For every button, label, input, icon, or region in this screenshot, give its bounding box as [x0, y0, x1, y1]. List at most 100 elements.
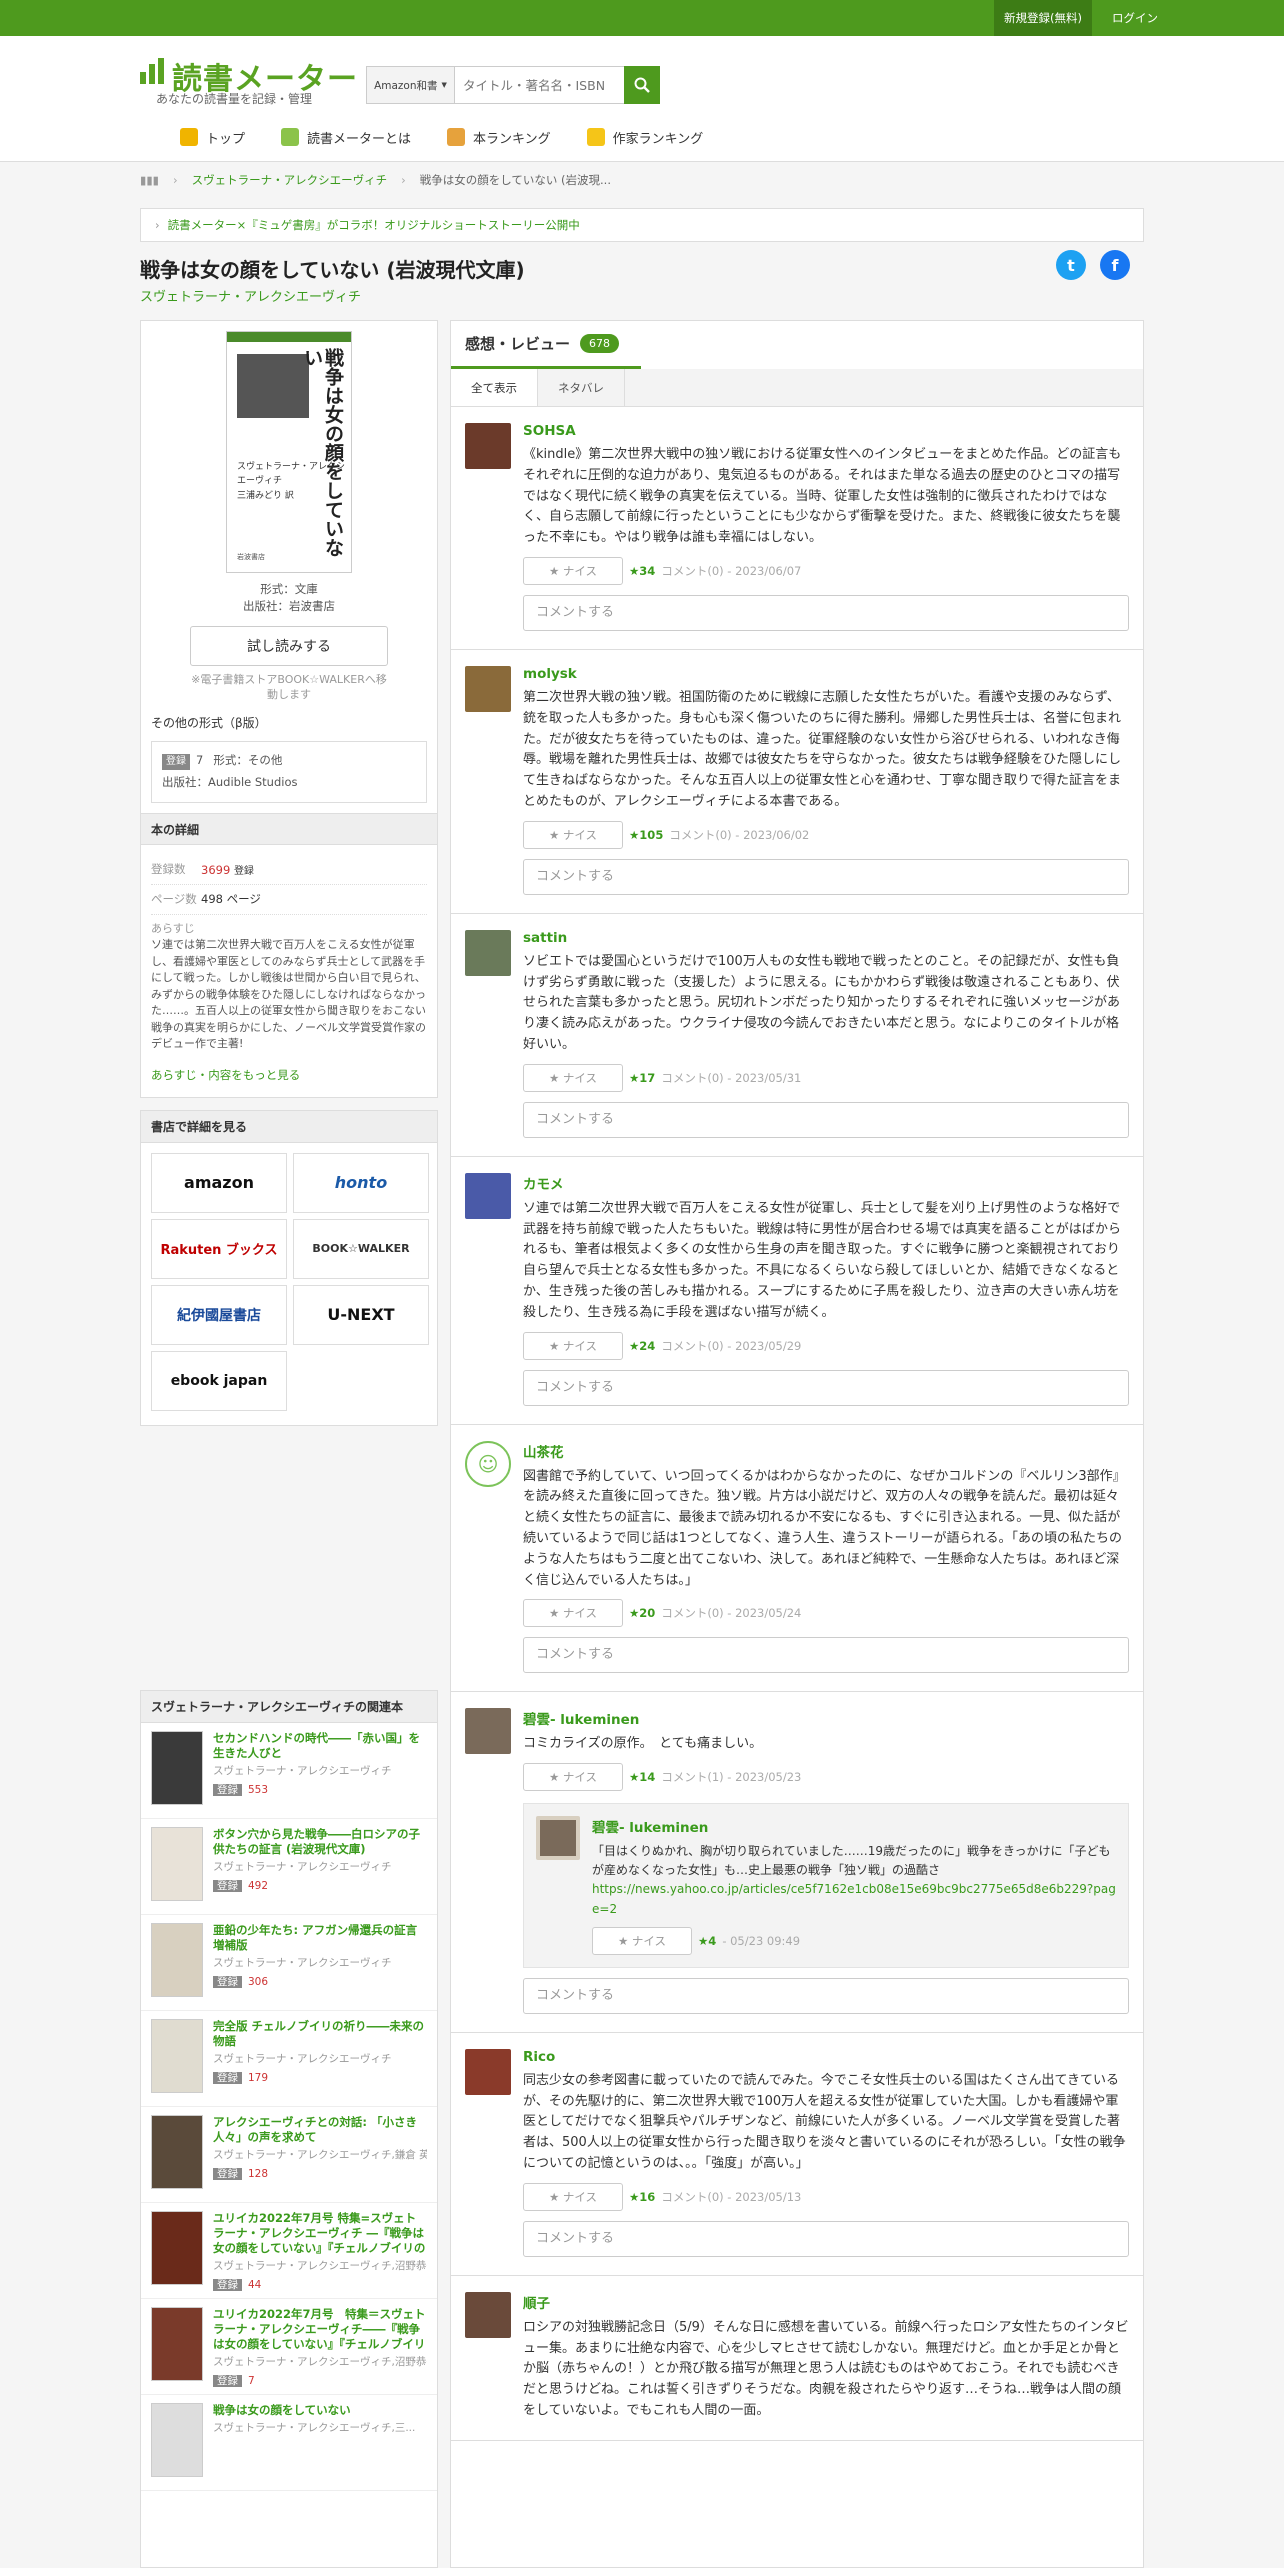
book-cover[interactable]: 戦争は女の顔をしていない スヴェトラーナ・アレクシエーヴィチ 三浦みどり 訳 岩波… — [226, 331, 352, 573]
related-title[interactable]: セカンドハンドの時代――「赤い国」を生きた人びと — [213, 1731, 427, 1761]
review-meta[interactable]: コメント(0) - 2023/05/13 — [661, 2189, 801, 2205]
comment-input[interactable]: コメントする — [523, 1369, 1129, 1406]
avatar[interactable] — [536, 1816, 580, 1861]
related-book-item[interactable]: 完全版 チェルノブイリの祈り――未来の物語 スヴェトラーナ・アレクシエーヴィチ登… — [141, 2011, 437, 2107]
avatar[interactable] — [465, 665, 511, 712]
book-author-link[interactable]: スヴェトラーナ・アレクシエーヴィチ — [140, 286, 361, 305]
related-thumb[interactable] — [151, 2115, 203, 2189]
nice-count: ★105 — [629, 827, 664, 842]
related-book-item[interactable]: 亜鉛の少年たち: アフガン帰還兵の証言 増補版 スヴェトラーナ・アレクシエーヴィ… — [141, 1915, 437, 2011]
store-kinokuniya[interactable]: 紀伊國屋書店 — [151, 1284, 287, 1345]
nav-author-ranking[interactable]: 作家ランキング — [586, 122, 722, 152]
avatar[interactable] — [465, 929, 511, 976]
chevron-right-icon: › — [155, 218, 160, 232]
review-meta[interactable]: コメント(0) - 2023/06/02 — [669, 827, 809, 843]
nice-button[interactable]: ★ ナイス — [523, 1063, 623, 1092]
related-thumb[interactable] — [151, 2403, 203, 2477]
search-scope-select[interactable]: Amazon和書 ▼ — [367, 67, 455, 103]
review-user[interactable]: molysk — [523, 666, 1129, 682]
facebook-share-icon[interactable]: f — [1100, 250, 1130, 280]
comment-input[interactable]: コメントする — [523, 858, 1129, 895]
related-thumb[interactable] — [151, 1731, 203, 1805]
nav-about[interactable]: 読書メーターとは — [281, 122, 429, 152]
avatar[interactable] — [465, 1708, 511, 1755]
related-thumb[interactable] — [151, 1827, 203, 1901]
tab-all[interactable]: 全て表示 — [451, 369, 538, 406]
review-meta[interactable]: コメント(1) - 2023/05/23 — [661, 1769, 801, 1785]
related-book-item[interactable]: ボタン穴から見た戦争――白ロシアの子供たちの証言 (岩波現代文庫) スヴェトラー… — [141, 1819, 437, 1915]
tab-spoiler[interactable]: ネタバレ — [538, 369, 625, 406]
login-link[interactable]: ログイン — [1112, 10, 1158, 26]
breadcrumb-author[interactable]: スヴェトラーナ・アレクシエーヴィチ — [192, 172, 388, 188]
review-user[interactable]: 碧雲- lukeminen — [523, 1708, 1129, 1728]
reviews-panel: 感想・レビュー 678 全て表示 ネタバレ SOHSA 《kindle》第二次世… — [450, 320, 1144, 2568]
store-honto[interactable]: honto — [293, 1152, 429, 1213]
nav-book-ranking[interactable]: 本ランキング — [447, 122, 569, 152]
try-read-button[interactable]: 試し読みする — [190, 625, 388, 666]
store-rakuten[interactable]: Rakuten ブックス — [151, 1218, 287, 1279]
review-user[interactable]: 順子 — [523, 2292, 1129, 2312]
avatar[interactable] — [465, 2048, 511, 2095]
related-thumb[interactable] — [151, 2019, 203, 2093]
related-thumb[interactable] — [151, 2307, 203, 2381]
breadcrumb-home-icon[interactable]: ▮▮▮ — [140, 173, 159, 187]
nice-button[interactable]: ★ ナイス — [523, 2182, 623, 2211]
related-book-item[interactable]: ユリイカ2022年7月号 特集=スヴェトラーナ・アレクシエーヴィチ ―『戦争は女… — [141, 2203, 437, 2299]
review-user[interactable]: SOHSA — [523, 423, 1129, 439]
nice-button[interactable]: ★ ナイス — [592, 1926, 692, 1955]
avatar[interactable]: ☺ — [465, 1440, 511, 1487]
nice-button[interactable]: ★ ナイス — [523, 820, 623, 849]
related-title[interactable]: ボタン穴から見た戦争――白ロシアの子供たちの証言 (岩波現代文庫) — [213, 1827, 427, 1857]
review-meta[interactable]: コメント(0) - 2023/06/07 — [661, 563, 801, 579]
review-item: カモメ ソ連では第二次世界大戦で百万人をこえる女性が従軍し、兵士として髪を刈り上… — [451, 1157, 1143, 1425]
related-book-item[interactable]: アレクシエーヴィチとの対話: 「小さき人々」の声を求めて スヴェトラーナ・アレク… — [141, 2107, 437, 2203]
nice-count: ★4 — [698, 1933, 717, 1948]
avatar[interactable] — [465, 423, 511, 469]
review-meta[interactable]: コメント(0) - 2023/05/24 — [661, 1605, 801, 1621]
comment-input[interactable]: コメントする — [523, 1977, 1129, 2014]
related-book-item[interactable]: セカンドハンドの時代――「赤い国」を生きた人びと スヴェトラーナ・アレクシエーヴ… — [141, 1723, 437, 1819]
related-title[interactable]: ユリイカ2022年7月号 特集＝スヴェトラーナ・アレクシエーヴィチ――『戦争は女… — [213, 2307, 427, 2352]
related-title[interactable]: 戦争は女の顔をしていない — [213, 2403, 427, 2418]
review-meta[interactable]: コメント(0) - 2023/05/29 — [661, 1338, 801, 1354]
related-book-item[interactable]: 戦争は女の顔をしていない スヴェトラーナ・アレクシエーヴィチ,三... — [141, 2395, 437, 2491]
twitter-share-icon[interactable]: t — [1056, 250, 1086, 280]
reply-link[interactable]: https://news.yahoo.co.jp/articles/ce5f71… — [592, 1882, 1116, 1915]
register-badge: 登録 — [213, 2375, 242, 2387]
register-link[interactable]: 新規登録(無料) — [994, 0, 1092, 36]
nice-button[interactable]: ★ ナイス — [523, 1599, 623, 1628]
comment-input[interactable]: コメントする — [523, 1101, 1129, 1138]
related-title[interactable]: ユリイカ2022年7月号 特集=スヴェトラーナ・アレクシエーヴィチ ―『戦争は女… — [213, 2211, 427, 2256]
related-book-item[interactable]: ユリイカ2022年7月号 特集＝スヴェトラーナ・アレクシエーヴィチ――『戦争は女… — [141, 2299, 437, 2395]
nice-button[interactable]: ★ ナイス — [523, 1331, 623, 1360]
review-meta[interactable]: コメント(0) - 2023/05/31 — [661, 1070, 801, 1086]
store-ebookjapan[interactable]: ebook japan — [151, 1350, 287, 1411]
search-button[interactable] — [624, 66, 660, 104]
related-title[interactable]: 完全版 チェルノブイリの祈り――未来の物語 — [213, 2019, 427, 2049]
nice-button[interactable]: ★ ナイス — [523, 556, 623, 585]
related-thumb[interactable] — [151, 1923, 203, 1997]
review-user[interactable]: カモメ — [523, 1173, 1129, 1193]
related-thumb[interactable] — [151, 2211, 203, 2285]
review-user[interactable]: sattin — [523, 930, 1129, 946]
review-user[interactable]: Rico — [523, 2049, 1129, 2065]
synopsis-more-link[interactable]: あらすじ・内容をもっと見る — [151, 1067, 427, 1083]
other-format-item[interactable]: 登録 7 形式：その他 出版社：Audible Studios — [151, 741, 427, 803]
related-author: スヴェトラーナ・アレクシエーヴィチ,沼野恭子,小野正嗣,速水健朗,真理,鎌倉英也 — [213, 2356, 427, 2368]
nav-top[interactable]: トップ — [180, 122, 263, 152]
comment-input[interactable]: コメントする — [523, 594, 1129, 631]
campaign-notice[interactable]: › 読書メーター×『ミュゲ書房』がコラボ！オリジナルショートストーリー公開中 — [140, 208, 1144, 242]
reply-user[interactable]: 碧雲- lukeminen — [592, 1816, 1116, 1836]
nice-button[interactable]: ★ ナイス — [523, 1763, 623, 1792]
related-title[interactable]: 亜鉛の少年たち: アフガン帰還兵の証言 増補版 — [213, 1923, 427, 1953]
comment-input[interactable]: コメントする — [523, 1637, 1129, 1674]
comment-input[interactable]: コメントする — [523, 2220, 1129, 2257]
avatar[interactable] — [465, 2291, 511, 2338]
store-unext[interactable]: U-NEXT — [293, 1284, 429, 1345]
avatar[interactable] — [465, 1172, 511, 1219]
store-bookwalker[interactable]: BOOK☆WALKER — [293, 1218, 429, 1279]
related-title[interactable]: アレクシエーヴィチとの対話: 「小さき人々」の声を求めて — [213, 2115, 427, 2145]
review-user[interactable]: 山茶花 — [523, 1441, 1129, 1461]
store-amazon[interactable]: amazon — [151, 1152, 287, 1213]
related-count: 44 — [248, 2279, 262, 2291]
